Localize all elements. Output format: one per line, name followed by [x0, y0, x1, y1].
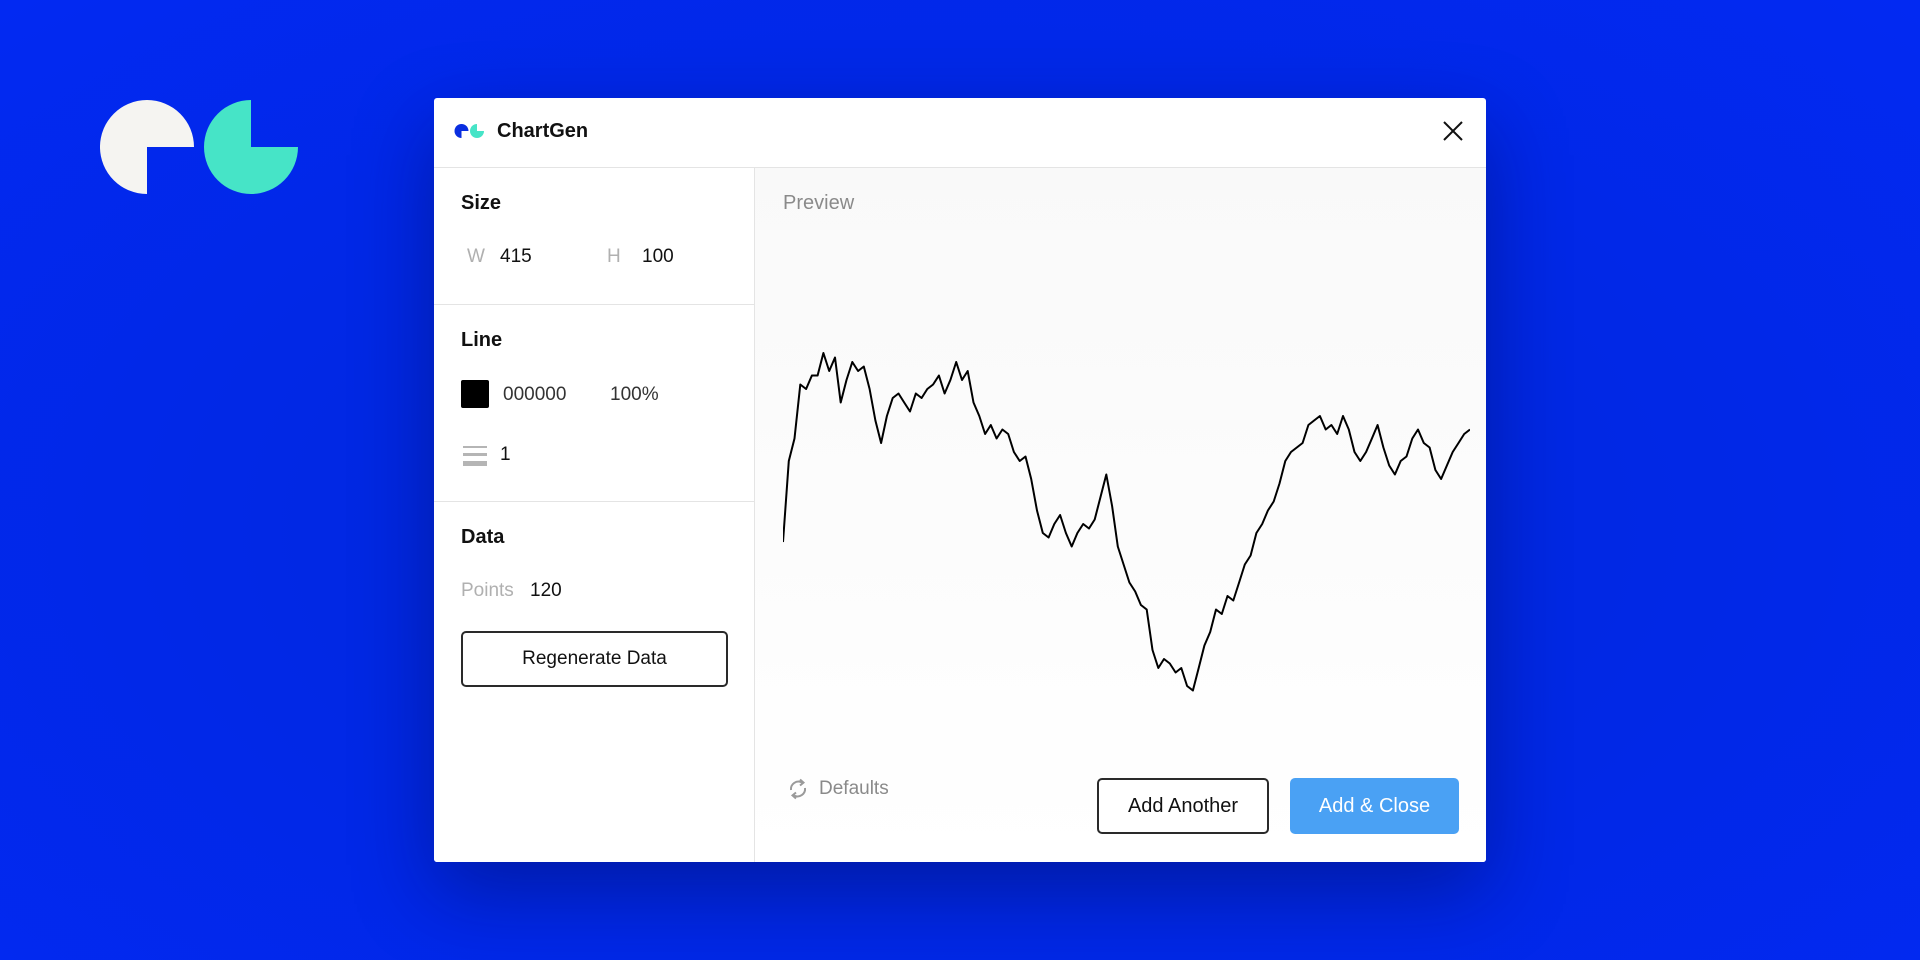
logo-left-shape — [100, 100, 194, 194]
line-color-input[interactable]: 000000 — [503, 384, 566, 406]
chartgen-brand-logo — [100, 100, 298, 194]
defaults-label: Defaults — [819, 778, 889, 799]
title-bar: ChartGen — [434, 98, 1486, 168]
height-label: H — [607, 246, 621, 267]
chartgen-dialog: ChartGen Size W 415 H 100 Line 000000 10… — [434, 98, 1486, 862]
data-heading: Data — [461, 526, 505, 548]
size-heading: Size — [461, 192, 502, 214]
width-label: W — [467, 246, 485, 267]
preview-pane: Preview Defaults — [755, 168, 1486, 862]
data-section: Data Points 120 Regenerate Data — [434, 502, 754, 762]
size-section: Size W 415 H 100 — [434, 168, 754, 305]
logo-right-shape — [204, 100, 298, 194]
points-label: Points — [461, 580, 514, 601]
line-chart — [783, 352, 1470, 692]
width-input[interactable]: 415 — [500, 246, 532, 268]
chartgen-logo-icon — [454, 124, 484, 138]
line-color-swatch[interactable] — [461, 380, 489, 408]
line-section: Line 000000 100% 1 — [434, 305, 754, 502]
add-and-close-button[interactable]: Add & Close — [1290, 778, 1459, 834]
close-icon[interactable] — [1438, 116, 1468, 146]
add-another-button[interactable]: Add Another — [1097, 778, 1269, 834]
app-title: ChartGen — [497, 120, 589, 142]
line-opacity-input[interactable]: 100% — [610, 384, 659, 406]
series-line — [783, 352, 1470, 692]
points-input[interactable]: 120 — [530, 580, 562, 602]
defaults-button[interactable]: Defaults — [787, 776, 889, 802]
refresh-icon — [789, 778, 807, 800]
regenerate-data-button[interactable]: Regenerate Data — [461, 631, 728, 687]
stroke-width-input[interactable]: 1 — [500, 444, 511, 466]
stroke-width-icon — [463, 446, 487, 466]
height-input[interactable]: 100 — [642, 246, 674, 268]
line-heading: Line — [461, 329, 503, 351]
settings-panel: Size W 415 H 100 Line 000000 100% 1 Data… — [434, 168, 755, 862]
preview-label: Preview — [783, 192, 855, 214]
